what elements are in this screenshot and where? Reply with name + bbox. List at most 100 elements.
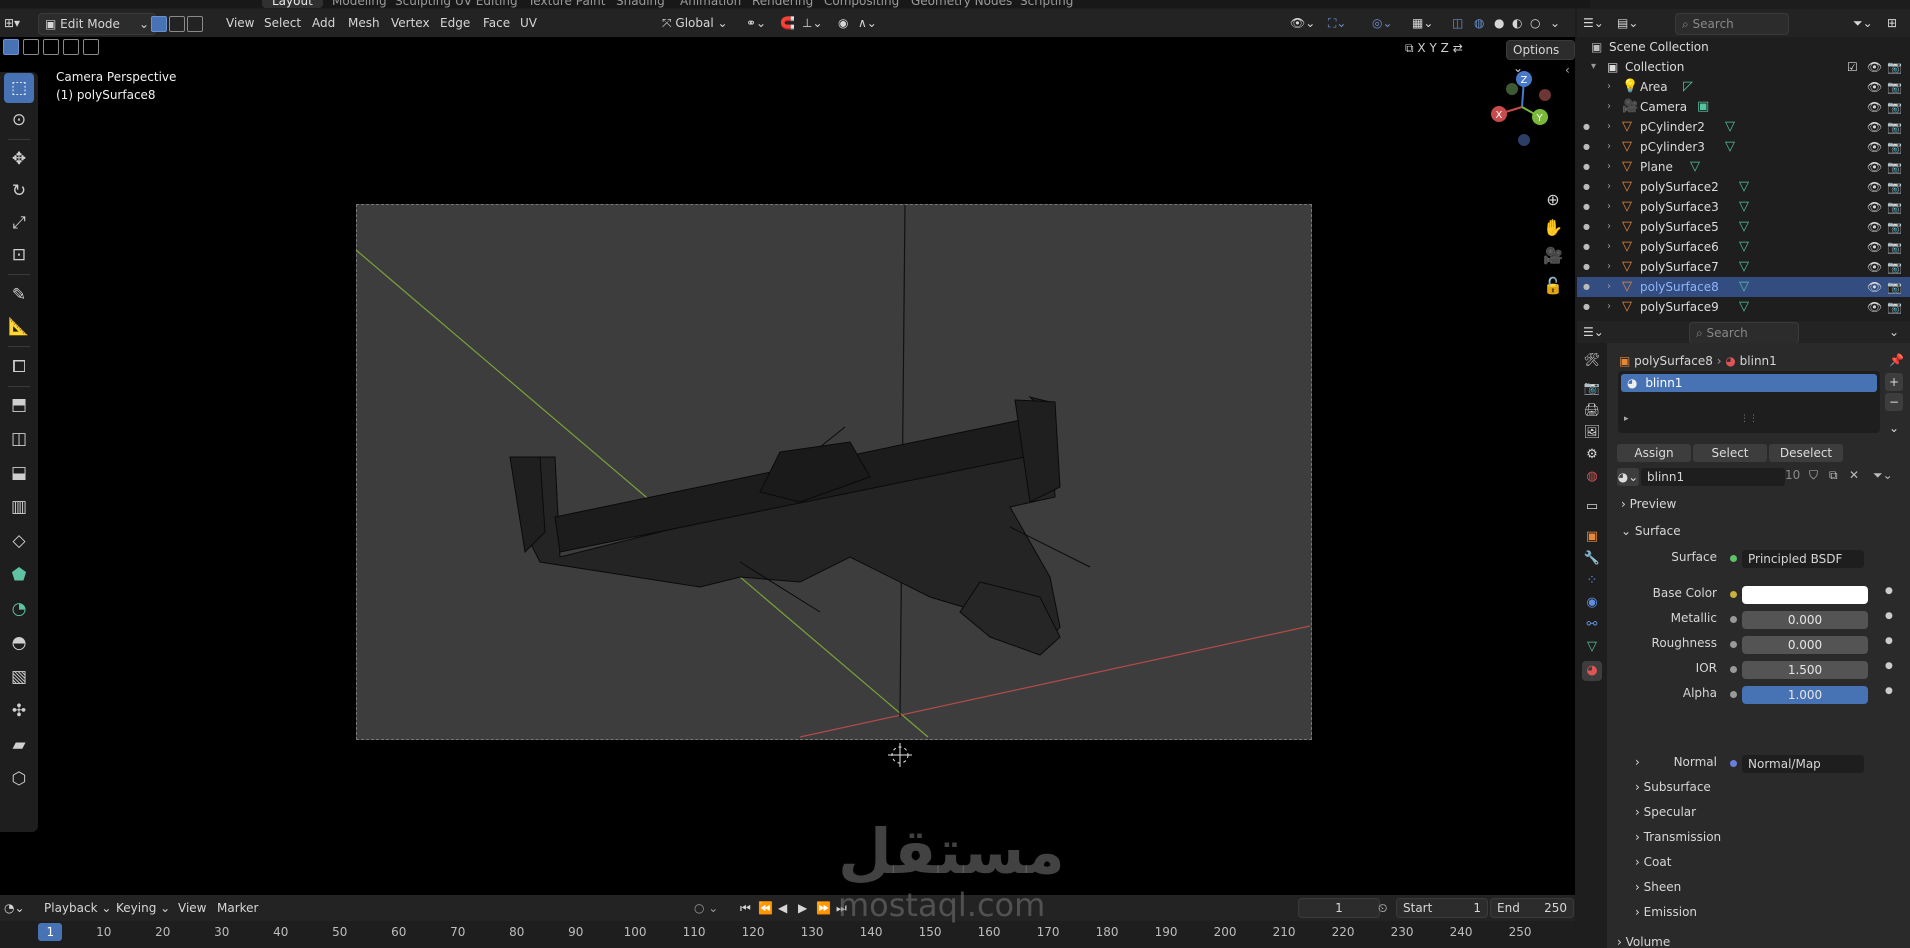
filter-icon[interactable]: ⏷⌄ [1853, 13, 1873, 33]
expand-icon[interactable]: ▸ [1624, 414, 1629, 424]
snap-icon[interactable]: 🧲 [780, 13, 795, 33]
face-select-icon[interactable] [187, 15, 203, 32]
mesh-overlay-icon[interactable]: ▦⌄ [1412, 13, 1433, 33]
annotate-tool-icon[interactable]: ✎ [4, 280, 34, 310]
menu-uv[interactable]: UV [520, 13, 537, 33]
outliner-item-polysurface6[interactable]: ● › ▽ polySurface6 ▽ 👁 📷 [1577, 237, 1910, 257]
properties-editor-icon[interactable]: ☰⌄ [1583, 322, 1604, 342]
select-new-icon[interactable] [3, 39, 19, 55]
eye-icon[interactable]: 👁 [1867, 117, 1882, 137]
expand-icon[interactable]: › [1607, 117, 1611, 137]
data-mesh-icon[interactable]: ▽ [1690, 157, 1700, 177]
falloff-icon[interactable]: ∧⌄ [858, 13, 877, 33]
orientation-dropdown[interactable]: ⤧ Global ⌄ [662, 13, 736, 33]
data-tab-icon[interactable]: ▽ [1582, 637, 1602, 657]
eye-icon[interactable]: 👁 [1867, 157, 1882, 177]
camera-render-icon[interactable]: 📷 [1887, 197, 1902, 217]
tab-uv-editing[interactable]: UV Editing [455, 0, 518, 8]
playback-menu[interactable]: Playback ⌄ [44, 898, 111, 918]
xray-toggle-icon[interactable]: ◫ [1452, 13, 1463, 33]
menu-vertex[interactable]: Vertex [391, 13, 430, 33]
deselect-button[interactable]: Deselect [1769, 444, 1843, 462]
tab-scripting[interactable]: Scripting [1020, 0, 1073, 8]
slot-menu-icon[interactable]: ⌄ [1885, 419, 1903, 437]
menu-edge[interactable]: Edge [440, 13, 470, 33]
outliner-item-plane[interactable]: ● › ▽ Plane ▽ 👁 📷 [1577, 157, 1910, 177]
expand-icon[interactable]: › [1607, 257, 1611, 277]
scale-tool-icon[interactable]: ⤢ [4, 208, 34, 238]
select-button[interactable]: Select [1693, 444, 1767, 462]
extrude-tool-icon[interactable]: ⬒ [4, 390, 34, 420]
camera-render-icon[interactable]: 📷 [1887, 257, 1902, 277]
menu-mesh[interactable]: Mesh [348, 13, 380, 33]
data-mesh-icon[interactable]: ▽ [1739, 237, 1749, 257]
edge-select-icon[interactable] [169, 15, 185, 32]
outliner-item-polysurface7[interactable]: ● › ▽ polySurface7 ▽ 👁 📷 [1577, 257, 1910, 277]
collection-tab-icon[interactable]: ▭ [1582, 497, 1602, 517]
play-icon[interactable]: ▶ [798, 898, 807, 918]
auto-merge-icon[interactable]: ⇄ [1453, 41, 1463, 55]
data-mesh-icon[interactable]: ▽ [1739, 277, 1749, 297]
eye-icon[interactable]: 👁 [1867, 97, 1882, 117]
camera-render-icon[interactable]: 📷 [1887, 217, 1902, 237]
scene-tab-icon[interactable]: ⚙ [1582, 445, 1602, 465]
measure-tool-icon[interactable]: 📐 [4, 312, 34, 342]
cursor-tool-icon[interactable]: ⊙ [4, 105, 34, 135]
properties-search-input[interactable]: ⌕ Search [1689, 322, 1799, 344]
subsection-coat[interactable]: › Coat [1635, 855, 1671, 869]
expand-icon[interactable]: › [1607, 277, 1611, 297]
eye-icon[interactable]: 👁 [1867, 217, 1882, 237]
tab-sculpting[interactable]: Sculpting [395, 0, 451, 8]
material-name-field[interactable]: blinn1 [1641, 468, 1785, 486]
camera-render-icon[interactable]: 📷 [1887, 97, 1902, 117]
subsection-specular[interactable]: › Specular [1635, 805, 1696, 819]
expand-icon[interactable]: › [1607, 137, 1611, 157]
modifier-tab-icon[interactable]: 🔧 [1582, 549, 1602, 569]
lock-icon[interactable]: 🔓 [1540, 273, 1566, 299]
tab-shading[interactable]: Shading [616, 0, 665, 8]
normal-map-field[interactable]: Normal/Map [1742, 755, 1864, 773]
tab-animation[interactable]: Animation [680, 0, 741, 8]
camera-render-icon[interactable]: 📷 [1887, 297, 1902, 317]
resize-handle-icon[interactable]: ⋮⋮ [1740, 414, 1758, 424]
outliner-item-area[interactable]: › 💡 Area ◸ 👁 📷 [1577, 77, 1910, 97]
camera-render-icon[interactable]: 📷 [1887, 57, 1902, 77]
camera-render-icon[interactable]: 📷 [1887, 177, 1902, 197]
subsection-transmission[interactable]: › Transmission [1635, 830, 1721, 844]
menu-face[interactable]: Face [483, 13, 510, 33]
camera-render-icon[interactable]: 📷 [1887, 137, 1902, 157]
eye-icon[interactable]: 👁 [1867, 137, 1882, 157]
data-mesh-icon[interactable]: ▽ [1725, 137, 1735, 157]
axis-z-toggle[interactable]: Z [1441, 41, 1449, 55]
edge-slide-tool-icon[interactable]: ▧ [4, 662, 34, 692]
jump-keyframe-forward-icon[interactable]: ⏩ [816, 898, 831, 918]
outliner-search-input[interactable]: ⌕ Search [1675, 13, 1789, 35]
pan-hand-icon[interactable]: ✋ [1540, 215, 1566, 241]
eye-icon[interactable]: 👁 [1867, 177, 1882, 197]
camera-render-icon[interactable]: 📷 [1887, 157, 1902, 177]
shrink-fatten-tool-icon[interactable]: ✣ [4, 696, 34, 726]
smooth-tool-icon[interactable]: ◓ [4, 628, 34, 658]
new-collection-icon[interactable]: ⊞ [1887, 13, 1897, 33]
object-tab-icon[interactable]: ▣ [1582, 527, 1602, 547]
current-frame-field[interactable]: 1 [1298, 898, 1380, 918]
eye-icon[interactable]: 👁 [1867, 197, 1882, 217]
select-extend-icon[interactable] [23, 39, 39, 55]
loop-cut-tool-icon[interactable]: ▥ [4, 492, 34, 522]
editor-type-icon[interactable]: ⊞▾ [4, 13, 32, 33]
expand-icon[interactable]: ▾ [1591, 57, 1596, 77]
eye-icon[interactable]: 👁 [1867, 257, 1882, 277]
menu-add[interactable]: Add [312, 13, 335, 33]
camera-view-icon[interactable]: 🎥 [1540, 243, 1566, 269]
eye-icon[interactable]: 👁 [1867, 297, 1882, 317]
ior-field[interactable]: 1.500 [1742, 661, 1868, 679]
eye-icon[interactable]: 👁 [1867, 277, 1882, 297]
camera-render-icon[interactable]: 📷 [1887, 237, 1902, 257]
physics-tab-icon[interactable]: ◉ [1582, 593, 1602, 613]
inset-tool-icon[interactable]: ◫ [4, 424, 34, 454]
outliner-item-polysurface5[interactable]: ● › ▽ polySurface5 ▽ 👁 📷 [1577, 217, 1910, 237]
add-slot-button[interactable]: + [1885, 373, 1903, 391]
timeline-ruler[interactable]: 1 10 20 30 40 50 60 70 80 90 100 110 120 130 140 150 160… [0, 921, 1575, 948]
subsection-sheen[interactable]: › Sheen [1635, 880, 1681, 894]
preview-panel-header[interactable]: › Preview [1621, 497, 1676, 511]
